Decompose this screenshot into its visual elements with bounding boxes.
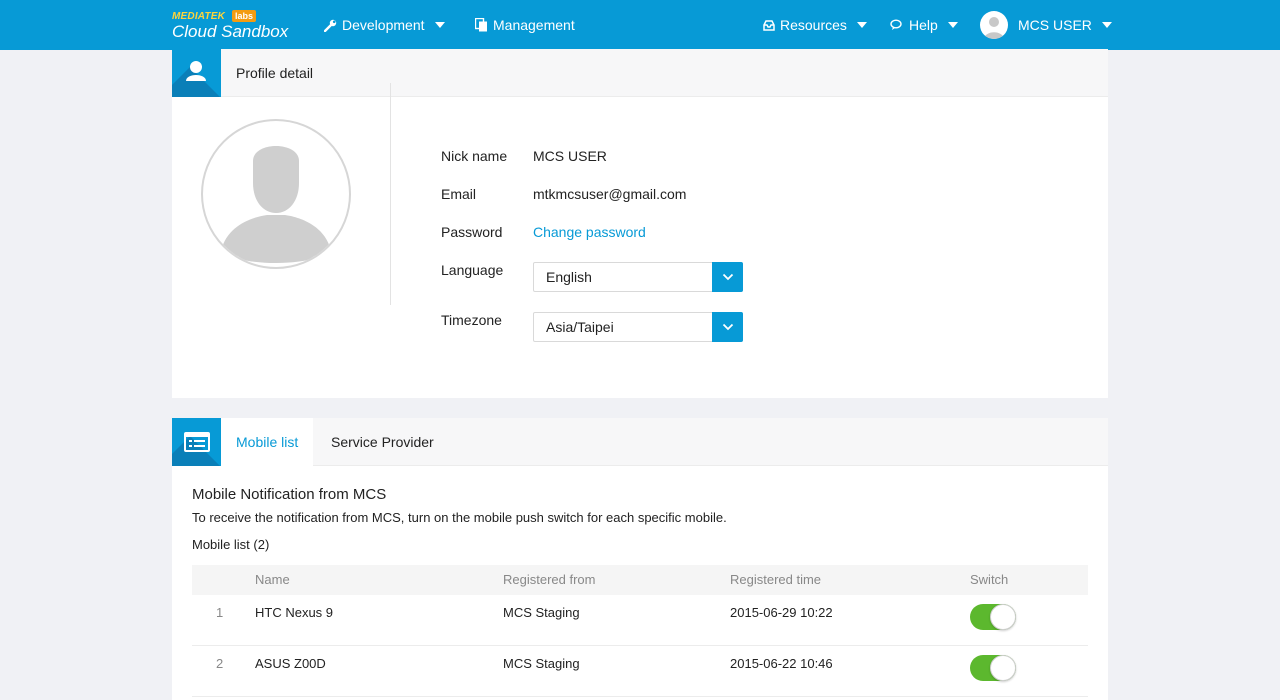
- tab-mobile-list[interactable]: Mobile list: [221, 418, 314, 467]
- chevron-down-icon: [856, 22, 867, 28]
- chevron-down-icon: [947, 22, 958, 28]
- files-icon: [475, 18, 488, 32]
- user-icon: [172, 49, 221, 97]
- chevron-down-icon[interactable]: [712, 312, 743, 342]
- registered-time: 2015-06-22 10:46: [730, 656, 833, 671]
- section-description: To receive the notification from MCS, tu…: [192, 510, 727, 525]
- nav-user-menu[interactable]: MCS USER: [980, 0, 1112, 50]
- brand-labs-badge: labs: [232, 10, 257, 22]
- divider: [390, 83, 391, 305]
- nav-help[interactable]: Help: [890, 0, 958, 50]
- change-password-link[interactable]: Change password: [533, 224, 646, 240]
- nickname-value: MCS USER: [533, 148, 607, 164]
- push-switch-toggle[interactable]: [970, 655, 1016, 681]
- nickname-label: Nick name: [441, 148, 508, 164]
- table-row: 2 ASUS Z00D MCS Staging 2015-06-22 10:46: [192, 646, 1088, 697]
- chat-bubbles-icon: [890, 19, 904, 31]
- language-label: Language: [441, 262, 504, 278]
- push-switch-toggle[interactable]: [970, 604, 1016, 630]
- user-name: MCS USER: [1018, 17, 1092, 33]
- email-value: mtkmcsuser@gmail.com: [533, 186, 687, 202]
- mobile-card: Mobile list Service Provider Mobile Noti…: [172, 418, 1108, 700]
- password-label: Password: [441, 224, 503, 240]
- nav-help-label: Help: [909, 17, 938, 33]
- top-navbar: MEDIATEK labs Cloud Sandbox Development …: [0, 0, 1280, 50]
- timezone-select[interactable]: Asia/Taipei: [533, 312, 743, 342]
- table-header: Name Registered from Registered time Swi…: [192, 565, 1088, 595]
- column-header-switch: Switch: [970, 572, 1009, 587]
- registered-from: MCS Staging: [503, 656, 580, 671]
- section-title: Mobile Notification from MCS: [192, 486, 387, 503]
- mobile-card-header: Mobile list Service Provider: [172, 418, 1108, 467]
- avatar: [980, 11, 1008, 39]
- nav-management[interactable]: Management: [475, 0, 575, 50]
- chevron-down-icon[interactable]: [712, 262, 743, 292]
- nav-development-label: Development: [342, 17, 425, 33]
- language-select[interactable]: English: [533, 262, 743, 292]
- profile-avatar: [201, 119, 351, 269]
- toggle-knob: [990, 604, 1016, 630]
- page-title: Profile detail: [236, 65, 314, 81]
- wrench-icon: [324, 19, 337, 32]
- chevron-down-icon: [1101, 22, 1112, 28]
- registered-from: MCS Staging: [503, 605, 580, 620]
- nav-resources-label: Resources: [780, 17, 847, 33]
- tab-service-provider[interactable]: Service Provider: [316, 418, 449, 466]
- brand-mediatek: MEDIATEK: [172, 11, 226, 22]
- nav-management-label: Management: [493, 17, 575, 33]
- column-header-registered-from[interactable]: Registered from: [503, 565, 595, 595]
- registered-time: 2015-06-29 10:22: [730, 605, 833, 620]
- toggle-knob: [990, 655, 1016, 681]
- profile-card-header: Profile detail: [172, 49, 1108, 97]
- inbox-icon: [763, 19, 775, 31]
- row-index: 2: [216, 656, 224, 671]
- nav-resources[interactable]: Resources: [763, 0, 867, 50]
- chevron-down-icon: [434, 22, 445, 28]
- list-icon: [172, 418, 221, 466]
- timezone-selected-value: Asia/Taipei: [546, 319, 614, 335]
- brand-logo[interactable]: MEDIATEK labs Cloud Sandbox: [172, 8, 302, 44]
- table-row: 1 HTC Nexus 9 MCS Staging 2015-06-29 10:…: [192, 595, 1088, 646]
- device-name: HTC Nexus 9: [255, 605, 334, 620]
- profile-card: Profile detail Nick name MCS USER Email …: [172, 49, 1108, 398]
- email-label: Email: [441, 186, 477, 202]
- brand-title: Cloud Sandbox: [172, 22, 289, 41]
- column-header-registered-time[interactable]: Registered time: [730, 565, 821, 595]
- timezone-label: Timezone: [441, 312, 502, 328]
- row-index: 1: [216, 605, 224, 620]
- nav-development[interactable]: Development: [324, 0, 445, 50]
- device-name: ASUS Z00D: [255, 656, 326, 671]
- mobile-list-count: Mobile list (2): [192, 537, 270, 552]
- column-header-name[interactable]: Name: [255, 565, 290, 595]
- language-selected-value: English: [546, 269, 592, 285]
